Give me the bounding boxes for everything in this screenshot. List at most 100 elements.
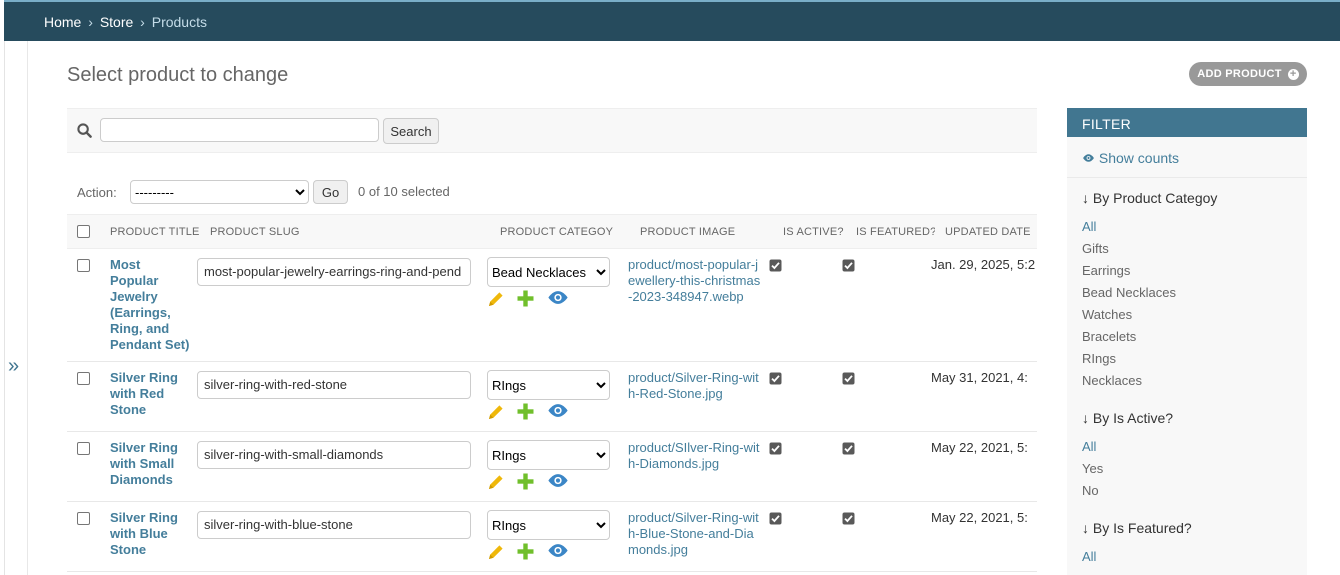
featured-cell bbox=[842, 248, 935, 362]
row-select-cell bbox=[67, 431, 100, 502]
product-title-link[interactable]: Silver Ring with Small Diamonds bbox=[110, 440, 190, 488]
eye-icon[interactable] bbox=[547, 403, 568, 423]
row-select-cell bbox=[67, 361, 100, 432]
slug-input[interactable]: silver-ring-with-small-diamonds bbox=[197, 441, 471, 469]
featured-cell bbox=[842, 431, 935, 502]
image-cell: product/SIlver-Ring-with-Diamonds.jpg bbox=[628, 431, 773, 502]
filter-list: All Gifts Earrings Bead Necklaces Watches Bra… bbox=[1082, 218, 1292, 394]
search-input[interactable] bbox=[100, 118, 379, 142]
filter-option[interactable]: Earrings bbox=[1082, 262, 1292, 284]
product-title-link[interactable]: Silver Ring with Red Stone bbox=[110, 370, 190, 418]
product-image-link[interactable]: product/most-popular-jewellery-this-chri… bbox=[628, 257, 763, 305]
row-select-cell bbox=[67, 248, 100, 362]
filter-option[interactable]: Necklaces bbox=[1082, 372, 1292, 394]
column-header-featured[interactable]: IS FEATURED? bbox=[846, 214, 935, 249]
pencil-icon[interactable] bbox=[487, 543, 507, 563]
product-image-link[interactable]: product/Silver-Ring-with-Red-Stone.jpg bbox=[628, 370, 763, 402]
add-product-label: ADD PRODUCT bbox=[1197, 68, 1282, 80]
search-toolbar: Search bbox=[67, 108, 1037, 153]
filter-title: FILTER bbox=[1067, 108, 1307, 137]
eye-icon[interactable] bbox=[547, 290, 568, 310]
table-row: Silver Ring with Blue Stone silver-ring-w… bbox=[67, 501, 1037, 572]
filter-option[interactable]: All bbox=[1082, 438, 1292, 460]
selected-count: 0 of 10 selected bbox=[358, 184, 450, 199]
plus-icon: + bbox=[1287, 68, 1299, 80]
pencil-icon[interactable] bbox=[487, 473, 507, 493]
table-header-row: PRODUCT TITLE PRODUCT SLUG PRODUCT CATEG… bbox=[67, 214, 1037, 249]
show-counts-link[interactable]: Show counts bbox=[1067, 137, 1307, 178]
product-image-link[interactable]: product/Silver-Ring-with-Blue-Stone-and-… bbox=[628, 510, 763, 558]
results-table-container: PRODUCT TITLE PRODUCT SLUG PRODUCT CATEG… bbox=[67, 214, 1037, 575]
row-select-checkbox[interactable] bbox=[77, 259, 90, 272]
column-header-updated[interactable]: UPDATED DATE bbox=[935, 214, 1037, 249]
eye-icon[interactable] bbox=[547, 473, 568, 493]
filter-section: ↓ By Product Categoy All Gifts Earrings Bead… bbox=[1067, 178, 1307, 398]
column-header-title[interactable]: PRODUCT TITLE bbox=[100, 214, 200, 249]
featured-cell bbox=[842, 501, 935, 572]
plus-icon[interactable] bbox=[517, 403, 537, 423]
active-cell bbox=[769, 248, 846, 362]
active-cell bbox=[769, 431, 846, 502]
category-select[interactable]: Bead Necklaces bbox=[487, 257, 610, 287]
pencil-icon[interactable] bbox=[487, 290, 507, 310]
category-cell: Bead Necklaces bbox=[487, 248, 630, 362]
search-button[interactable]: Search bbox=[383, 118, 439, 144]
select-all-checkbox[interactable] bbox=[77, 224, 90, 238]
filter-option[interactable]: Yes bbox=[1082, 460, 1292, 482]
title-cell: Silver Ring with Blue Stone bbox=[100, 501, 200, 572]
filter-option[interactable]: RIngs bbox=[1082, 350, 1292, 372]
eye-icon[interactable] bbox=[547, 543, 568, 563]
title-cell: Silver Ring with Small Diamonds bbox=[100, 431, 200, 502]
table-row: Silver Ring with Small Diamonds silver-ri… bbox=[67, 431, 1037, 502]
slug-input[interactable]: silver-ring-with-red-stone bbox=[197, 371, 471, 399]
image-cell: product/Silver-Ring-with-Red-Stone.jpg bbox=[628, 361, 773, 432]
slug-input[interactable]: silver-ring-with-blue-stone bbox=[197, 511, 471, 539]
filter-option[interactable]: Gifts bbox=[1082, 240, 1292, 262]
filter-option[interactable]: All bbox=[1082, 548, 1292, 570]
product-title-link[interactable]: Most Popular Jewelry (Earrings, Ring, an… bbox=[110, 257, 190, 353]
go-button[interactable]: Go bbox=[313, 180, 348, 204]
category-select[interactable]: RIngs bbox=[487, 370, 610, 400]
product-title-link[interactable]: Silver Ring with Blue Stone bbox=[110, 510, 190, 558]
toggle-nav-sidebar-button[interactable]: » bbox=[8, 356, 19, 376]
column-header-image[interactable]: PRODUCT IMAGE bbox=[630, 214, 773, 249]
featured-check-icon bbox=[842, 442, 855, 458]
row-select-checkbox[interactable] bbox=[77, 512, 90, 525]
image-cell: product/most-popular-jewellery-this-chri… bbox=[628, 248, 773, 362]
column-header-category[interactable]: PRODUCT CATEGOY bbox=[490, 214, 630, 249]
filter-list: All bbox=[1082, 548, 1292, 570]
filter-option[interactable]: Bracelets bbox=[1082, 328, 1292, 350]
add-product-button[interactable]: ADD PRODUCT + bbox=[1189, 62, 1307, 86]
filter-option[interactable]: All bbox=[1082, 218, 1292, 240]
title-cell: Silver Ring with Red Stone bbox=[100, 361, 200, 432]
filter-section: ↓ By Is Active? All Yes No bbox=[1067, 398, 1307, 508]
breadcrumb: Home › Store › Products bbox=[44, 14, 207, 30]
active-cell bbox=[769, 361, 846, 432]
breadcrumb-home[interactable]: Home bbox=[44, 14, 81, 30]
pencil-icon[interactable] bbox=[487, 403, 507, 423]
action-label: Action: bbox=[77, 185, 117, 200]
filter-option[interactable]: No bbox=[1082, 482, 1292, 504]
category-actions bbox=[487, 543, 620, 563]
plus-icon[interactable] bbox=[517, 543, 537, 563]
column-header-active[interactable]: IS ACTIVE? bbox=[773, 214, 846, 249]
product-image-link[interactable]: product/SIlver-Ring-with-Diamonds.jpg bbox=[628, 440, 763, 472]
action-select[interactable]: --------- bbox=[130, 180, 309, 204]
filter-section-title[interactable]: ↓ By Is Featured? bbox=[1082, 520, 1292, 536]
filter-section-title[interactable]: ↓ By Is Active? bbox=[1082, 410, 1292, 426]
filter-section-title[interactable]: ↓ By Product Categoy bbox=[1082, 190, 1292, 206]
actions-bar: Action: --------- Go 0 of 10 selected bbox=[67, 172, 1037, 214]
column-header-slug[interactable]: PRODUCT SLUG bbox=[200, 214, 490, 249]
filter-option[interactable]: Bead Necklaces bbox=[1082, 284, 1292, 306]
filter-sidebar: FILTER Show counts ↓ By Product Categoy A… bbox=[1067, 108, 1307, 575]
filter-option[interactable]: Watches bbox=[1082, 306, 1292, 328]
category-select[interactable]: RIngs bbox=[487, 510, 610, 540]
nav-sidebar: » bbox=[0, 0, 28, 575]
plus-icon[interactable] bbox=[517, 473, 537, 493]
slug-input[interactable]: most-popular-jewelry-earrings-ring-and-p… bbox=[197, 258, 471, 286]
row-select-checkbox[interactable] bbox=[77, 372, 90, 385]
breadcrumb-store[interactable]: Store bbox=[100, 14, 133, 30]
category-select[interactable]: RIngs bbox=[487, 440, 610, 470]
plus-icon[interactable] bbox=[517, 290, 537, 310]
row-select-checkbox[interactable] bbox=[77, 442, 90, 455]
